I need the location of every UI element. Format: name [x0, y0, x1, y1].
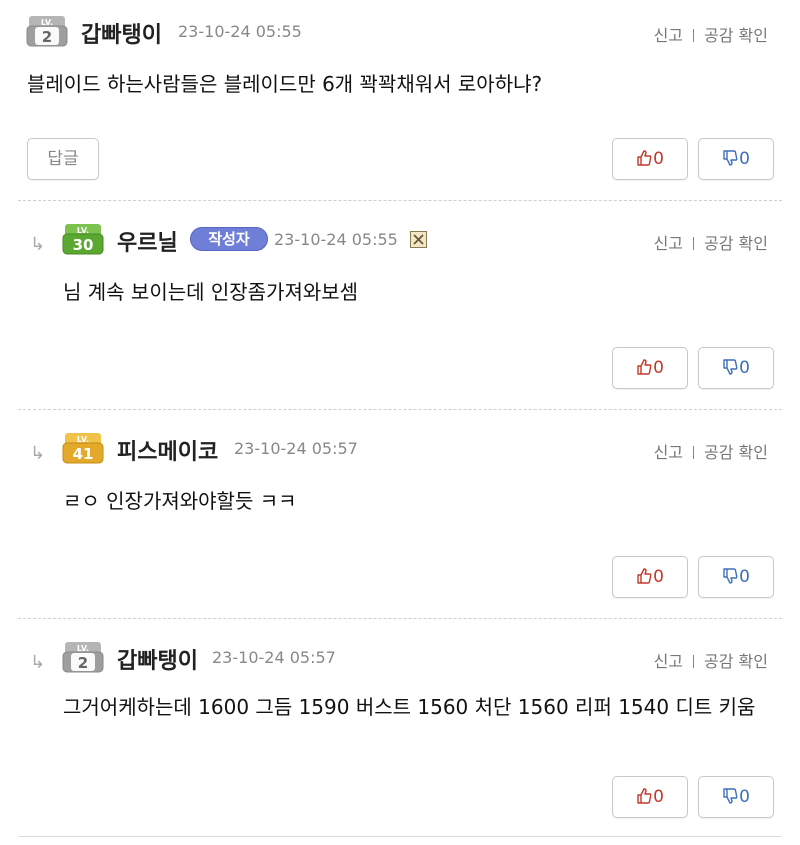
level-badge-icon: LV. 41	[62, 433, 104, 464]
upvote-button[interactable]: 0	[612, 347, 688, 389]
comment-actions: 신고 공감 확인	[654, 230, 768, 254]
comment-divider	[18, 409, 782, 410]
thumbs-down-icon	[723, 150, 738, 166]
svg-text:2: 2	[42, 28, 52, 46]
report-link[interactable]: 신고	[654, 443, 683, 462]
divider	[693, 446, 695, 459]
thumbs-up-icon	[637, 568, 652, 584]
reply-arrow-icon: ↳	[30, 652, 46, 673]
nickname[interactable]: 갑빠탱이	[81, 17, 162, 49]
thumbs-down-icon	[723, 568, 738, 584]
level-badge-icon: LV. 2	[26, 16, 68, 47]
report-link[interactable]: 신고	[654, 652, 683, 671]
comment-actions: 신고 공감 확인	[654, 439, 768, 463]
downvote-button[interactable]: 0	[698, 347, 774, 389]
likes-check-link[interactable]: 공감 확인	[704, 26, 768, 45]
downvote-button[interactable]: 0	[698, 556, 774, 598]
level-badge-icon: LV. 30	[62, 224, 104, 255]
report-link[interactable]: 신고	[654, 234, 683, 253]
divider	[693, 29, 695, 42]
downvote-button[interactable]: 0	[698, 776, 774, 818]
likes-check-link[interactable]: 공감 확인	[704, 652, 768, 671]
comment-actions: 신고 공감 확인	[654, 22, 768, 46]
downvote-count: 0	[739, 149, 750, 169]
upvote-button[interactable]: 0	[612, 556, 688, 598]
svg-text:41: 41	[73, 445, 94, 463]
thumbs-down-icon	[723, 788, 738, 804]
svg-text:2: 2	[78, 654, 88, 672]
comment-date: 23-10-24 05:55	[274, 230, 398, 249]
thumbs-up-icon	[637, 359, 652, 375]
upvote-count: 0	[653, 358, 664, 378]
upvote-count: 0	[653, 149, 664, 169]
upvote-count: 0	[653, 567, 664, 587]
downvote-count: 0	[739, 567, 750, 587]
divider	[693, 655, 695, 668]
comment-header: LV. 2 갑빠탱이 23-10-24 05:55 신고 공감 확인	[0, 14, 800, 54]
comment-body: 님 계속 보이는데 인장좀가져와보셈	[63, 280, 359, 304]
upvote-button[interactable]: 0	[612, 138, 688, 180]
comment-date: 23-10-24 05:55	[178, 22, 302, 41]
report-link[interactable]: 신고	[654, 26, 683, 45]
downvote-count: 0	[739, 787, 750, 807]
nickname[interactable]: 갑빠탱이	[117, 643, 198, 675]
likes-check-link[interactable]: 공감 확인	[704, 234, 768, 253]
reply-arrow-icon: ↳	[30, 443, 46, 464]
downvote-count: 0	[739, 358, 750, 378]
thumbs-up-icon	[637, 788, 652, 804]
level-badge-icon: LV. 2	[62, 642, 104, 673]
upvote-button[interactable]: 0	[612, 776, 688, 818]
nickname[interactable]: 우르닐	[117, 225, 178, 257]
comment-body: 블레이드 하는사람들은 블레이드만 6개 꽉꽉채워서 로아하냐?	[27, 72, 543, 96]
comment-date: 23-10-24 05:57	[212, 648, 336, 667]
thumbs-up-icon	[637, 150, 652, 166]
author-badge: 작성자	[190, 227, 268, 251]
reply-button[interactable]: 답글	[27, 138, 99, 180]
svg-text:30: 30	[73, 236, 94, 254]
upvote-count: 0	[653, 787, 664, 807]
downvote-button[interactable]: 0	[698, 138, 774, 180]
comment-actions: 신고 공감 확인	[654, 648, 768, 672]
reply-arrow-icon: ↳	[30, 234, 46, 255]
likes-check-link[interactable]: 공감 확인	[704, 443, 768, 462]
delete-icon[interactable]	[410, 231, 427, 248]
thumbs-down-icon	[723, 359, 738, 375]
comment-header: ↳ LV. 30 우르닐 작성자 23-10-24 05:55 신고 공감 확인	[0, 222, 800, 262]
divider	[693, 237, 695, 250]
comment-divider	[18, 200, 782, 201]
comment-divider	[18, 836, 782, 837]
comment-body: ㄹㅇ 인장가져와야할듯 ㅋㅋ	[63, 489, 297, 513]
comment-body: 그거어케하는데 1600 그듬 1590 버스트 1560 처단 1560 리퍼…	[63, 695, 756, 719]
comment-header: ↳ LV. 2 갑빠탱이 23-10-24 05:57 신고 공감 확인	[0, 640, 800, 680]
comment-divider	[18, 618, 782, 619]
nickname[interactable]: 피스메이코	[117, 434, 218, 466]
comment-header: ↳ LV. 41 피스메이코 23-10-24 05:57 신고 공감 확인	[0, 431, 800, 471]
comment-date: 23-10-24 05:57	[234, 439, 358, 458]
